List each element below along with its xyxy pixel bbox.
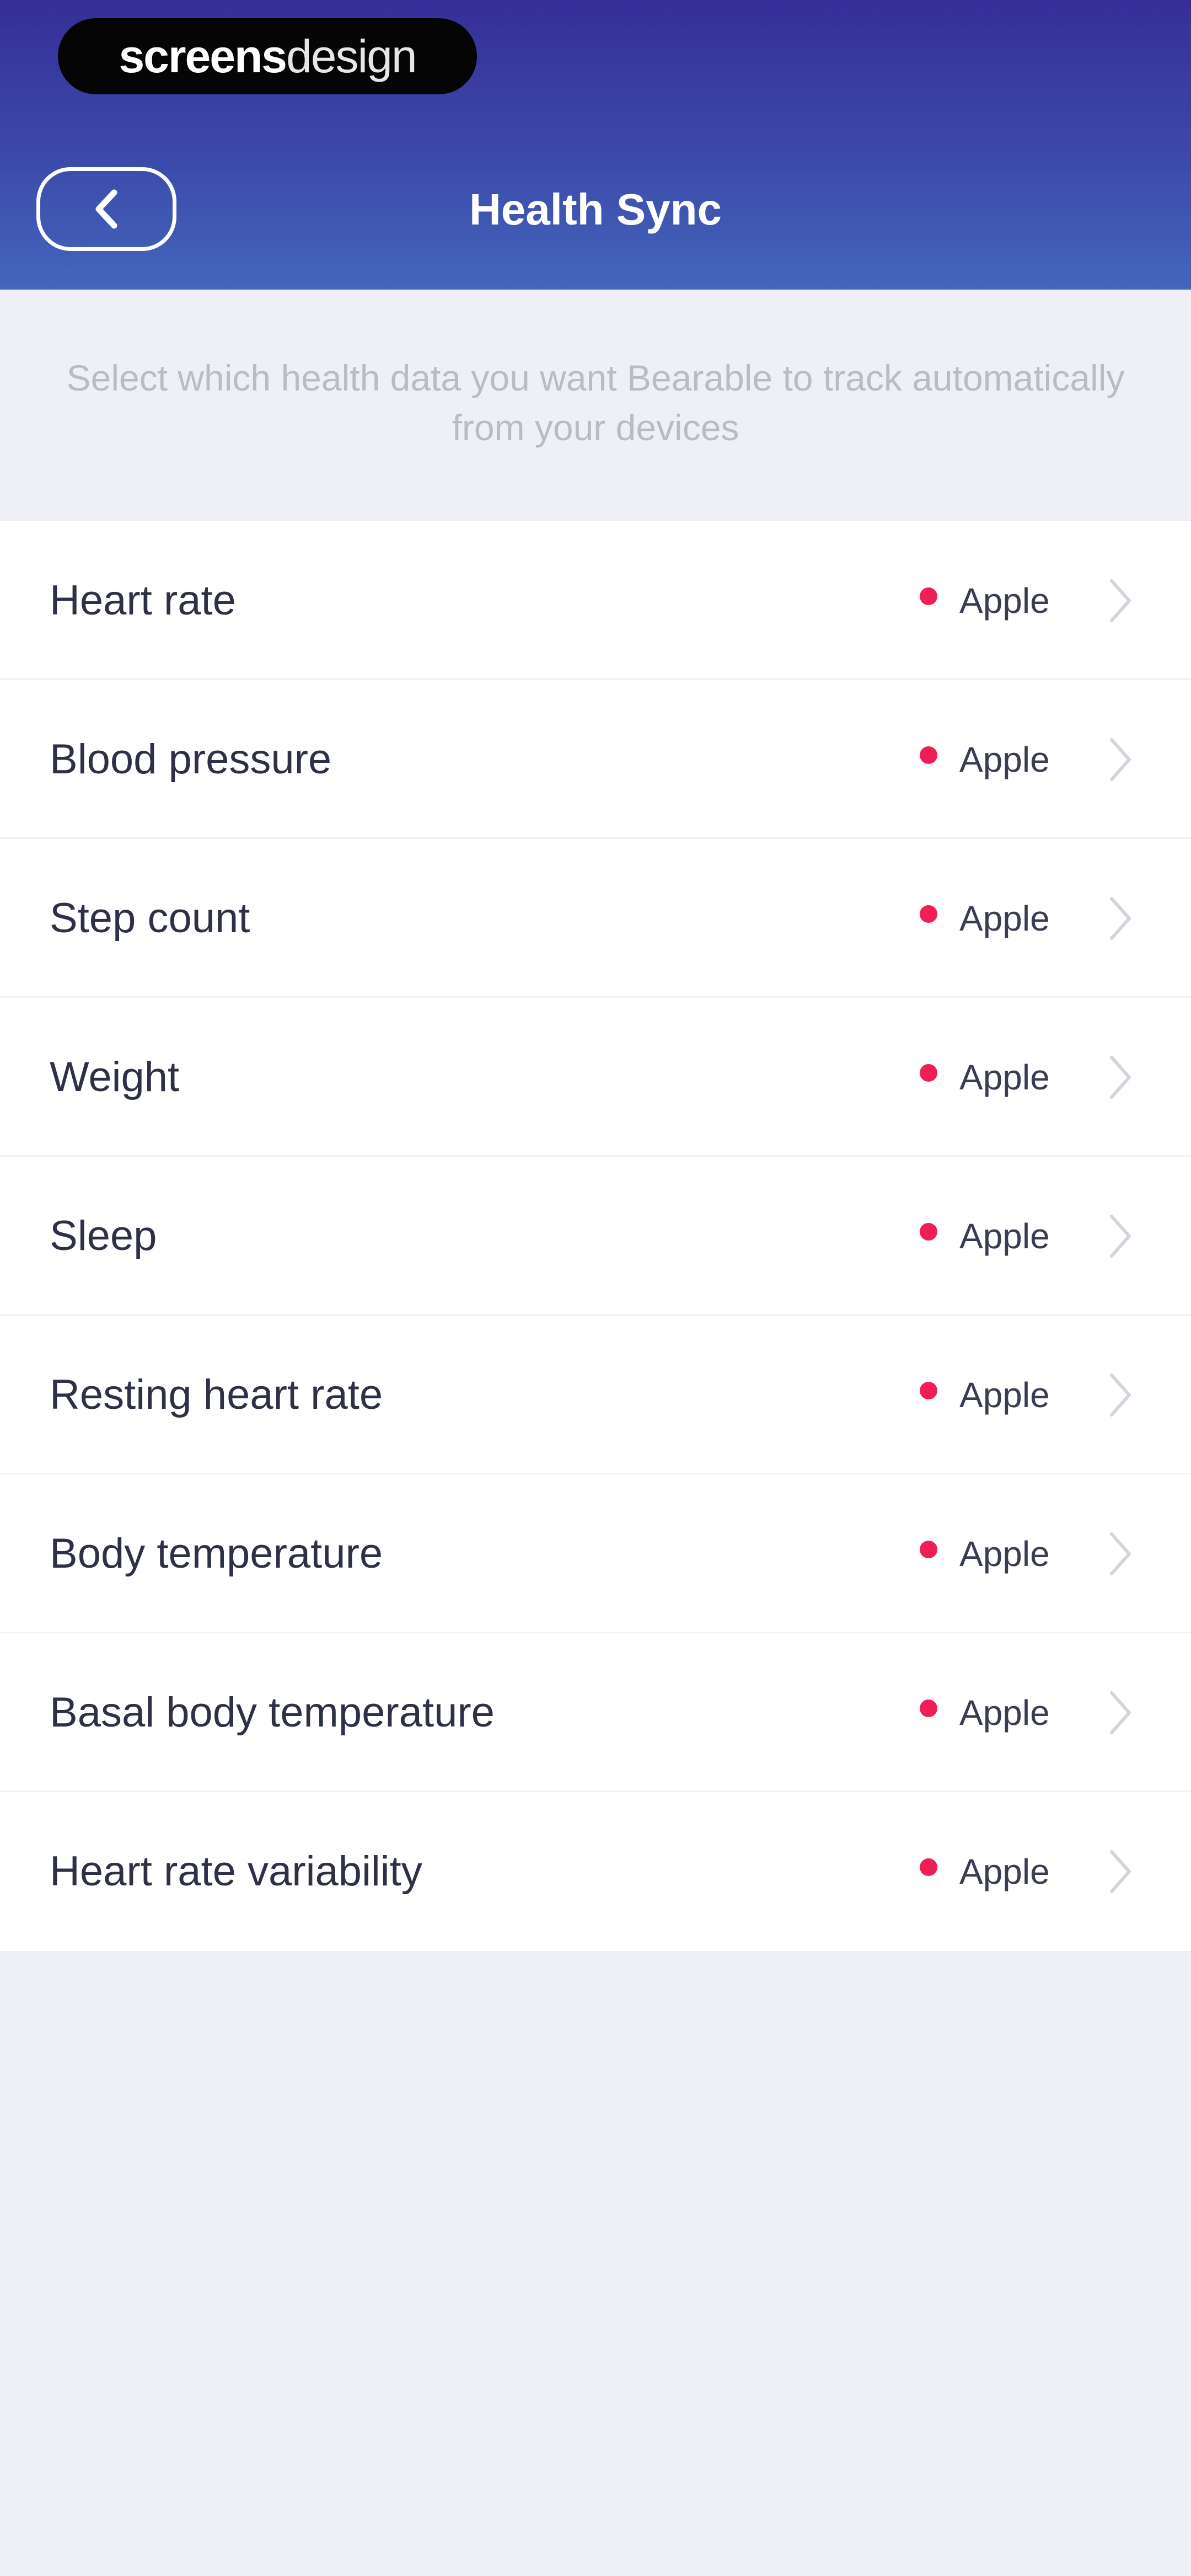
watermark-bold-text: screens	[119, 30, 287, 82]
list-item-sleep[interactable]: Sleep Apple	[0, 1157, 1191, 1316]
chevron-right-icon	[1110, 1850, 1131, 1893]
source-label: Apple	[959, 1852, 1050, 1891]
header-bar: screens design Health Sync	[0, 0, 1191, 290]
source-label: Apple	[959, 1216, 1050, 1256]
source-dot-icon	[920, 746, 937, 764]
item-label: Heart rate variability	[50, 1848, 422, 1895]
item-label: Body temperature	[50, 1530, 383, 1577]
description-text: Select which health data you want Bearab…	[66, 357, 1125, 448]
source-label: Apple	[959, 1375, 1050, 1415]
list-item-heart-rate-variability[interactable]: Heart rate variability Apple	[0, 1792, 1191, 1951]
source-label: Apple	[959, 899, 1050, 938]
item-label: Weight	[50, 1054, 180, 1100]
source-label: Apple	[959, 1693, 1050, 1733]
list-item-resting-heart-rate[interactable]: Resting heart rate Apple	[0, 1316, 1191, 1474]
watermark-light-text: design	[286, 30, 417, 82]
source-label: Apple	[959, 740, 1050, 779]
list-item-weight[interactable]: Weight Apple	[0, 998, 1191, 1157]
chevron-right-icon	[1110, 897, 1131, 940]
chevron-right-icon	[1110, 1056, 1131, 1099]
list-item-body-temperature[interactable]: Body temperature Apple	[0, 1474, 1191, 1633]
list-item-blood-pressure[interactable]: Blood pressure Apple	[0, 680, 1191, 839]
source-label: Apple	[959, 1534, 1050, 1574]
item-label: Resting heart rate	[50, 1371, 383, 1418]
watermark-logo: screens design	[58, 18, 477, 94]
chevron-right-icon	[1110, 1373, 1131, 1417]
chevron-right-icon	[1110, 1215, 1131, 1258]
chevron-right-icon	[1110, 738, 1131, 781]
item-label: Basal body temperature	[50, 1689, 495, 1736]
item-label: Step count	[50, 895, 250, 942]
source-dot-icon	[920, 1382, 937, 1399]
list-item-heart-rate[interactable]: Heart rate Apple	[0, 521, 1191, 680]
source-label: Apple	[959, 581, 1050, 621]
source-label: Apple	[959, 1057, 1050, 1097]
health-data-list: Heart rate Apple Blood pressure Apple St…	[0, 521, 1191, 1951]
source-dot-icon	[920, 1699, 937, 1717]
list-item-step-count[interactable]: Step count Apple	[0, 839, 1191, 998]
source-dot-icon	[920, 1064, 937, 1082]
source-dot-icon	[920, 587, 937, 605]
item-label: Heart rate	[50, 577, 236, 624]
chevron-right-icon	[1110, 1691, 1131, 1734]
source-dot-icon	[920, 905, 937, 923]
source-dot-icon	[920, 1223, 937, 1241]
chevron-right-icon	[1110, 579, 1131, 622]
item-label: Sleep	[50, 1212, 157, 1259]
chevron-right-icon	[1110, 1532, 1131, 1575]
page-title: Health Sync	[469, 185, 722, 234]
list-item-basal-body-temperature[interactable]: Basal body temperature Apple	[0, 1633, 1191, 1792]
source-dot-icon	[920, 1541, 937, 1558]
source-dot-icon	[920, 1858, 937, 1876]
item-label: Blood pressure	[50, 736, 332, 783]
